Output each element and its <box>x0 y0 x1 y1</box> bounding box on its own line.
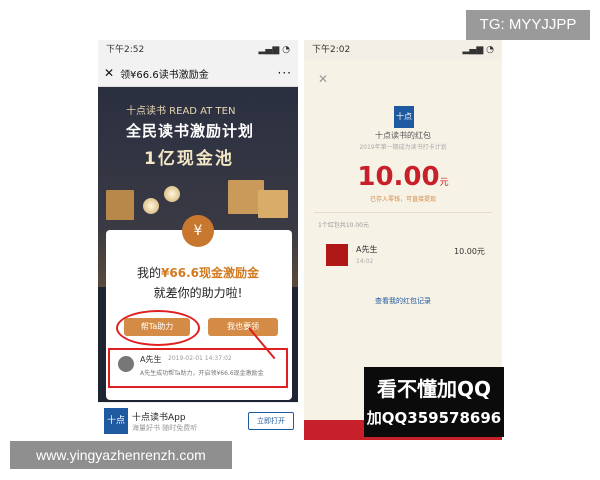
qq-ad-line1: 看不懂加QQ <box>376 377 491 401</box>
gift-box-decoration <box>258 190 288 218</box>
red-packet-amount: 10.00元 <box>304 162 502 192</box>
money-bag-icon: ¥ <box>182 215 214 247</box>
signal-battery-icon: ▂▄▆ ◔ <box>258 45 290 55</box>
card-subtitle: 就差你的助力啦! <box>153 286 243 300</box>
packet-count: 1个红包共10.00元 <box>318 222 369 229</box>
close-icon[interactable]: ✕ <box>104 66 114 80</box>
card-title-prefix: 我的 <box>137 266 162 280</box>
red-packet-title: 十点读书的红包 <box>375 131 431 140</box>
left-phone-screenshot: 下午2:52 ▂▄▆ ◔ ✕ 领¥66.6读书激励金 ··· 十点读书 READ… <box>98 40 298 440</box>
app-name: 十点读书App <box>132 413 186 423</box>
more-icon[interactable]: ··· <box>278 66 292 80</box>
avatar <box>326 244 348 266</box>
coin-icon <box>164 186 180 202</box>
prize-pool-text: 1亿现金池 <box>144 149 234 169</box>
card-title: 我的¥66.6现金激励金 <box>98 264 298 281</box>
signal-battery-icon: ▂▄▆ ◔ <box>462 45 494 55</box>
page-title: 领¥66.6读书激励金 <box>120 69 209 81</box>
coin-icon <box>143 198 159 214</box>
deposit-note: 已存入零钱，可直接提现 <box>369 196 436 203</box>
card-title-amount: ¥66.6现金激励金 <box>161 266 259 280</box>
status-time: 下午2:52 <box>106 45 145 55</box>
red-packet-subtitle: 2019年第一期成为读书打卡计划 <box>359 144 447 151</box>
status-bar: 下午2:02 ▂▄▆ ◔ <box>304 40 502 60</box>
packet-history-link[interactable]: 查看我的红包记录 <box>304 296 502 306</box>
recipient-name: A先生 <box>356 245 378 254</box>
open-app-button[interactable]: 立即打开 <box>248 412 294 430</box>
helper-text: A先生成功帮Ta助力，开启领¥66.6现金激励金 <box>140 370 264 377</box>
close-icon[interactable]: ✕ <box>318 72 328 86</box>
recipient-time: 14:02 <box>356 258 374 265</box>
qq-ad-overlay: 看不懂加QQ 加QQ359578696 <box>364 367 504 437</box>
tg-watermark: TG: MYYJJPP <box>466 10 590 40</box>
qq-ad-line2: 加QQ359578696 <box>366 409 502 427</box>
helper-name: A先生 <box>140 355 162 364</box>
amount-unit: 元 <box>439 178 449 188</box>
avatar <box>118 356 134 372</box>
campaign-headline: 全民读书激励计划 <box>126 122 255 140</box>
nav-bar: ✕ 领¥66.6读书激励金 ··· <box>98 60 298 87</box>
want-button[interactable]: 我也要领 <box>208 318 278 336</box>
status-time: 下午2:02 <box>312 45 351 55</box>
helper-date: 2019-02-01 14:37:02 <box>168 355 232 362</box>
brand-text: 十点读书 READ AT TEN <box>126 106 236 117</box>
red-circle-annotation <box>116 310 200 346</box>
recipient-amount: 10.00元 <box>454 247 485 256</box>
amount-value: 10.00 <box>357 162 440 192</box>
app-logo-icon: 十点 <box>104 408 128 434</box>
status-bar: 下午2:52 ▂▄▆ ◔ <box>98 40 298 60</box>
url-watermark: www.yingyazhenrenzh.com <box>10 441 232 469</box>
app-logo-icon: 十点 <box>394 106 414 128</box>
app-desc: 海量好书 随时免费听 <box>132 424 198 432</box>
divider <box>314 212 492 213</box>
gift-box-decoration <box>106 190 134 220</box>
